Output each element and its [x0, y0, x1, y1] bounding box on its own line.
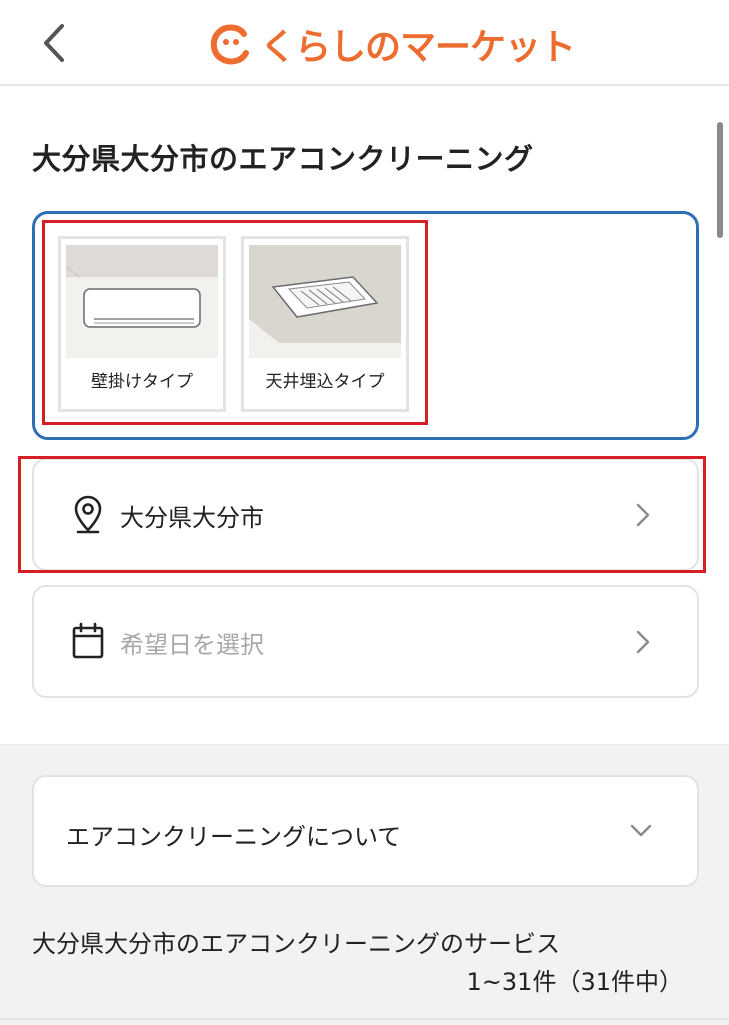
logo-mark-icon [210, 24, 249, 65]
chevron-down-icon [630, 824, 652, 837]
page-title: 大分県大分市のエアコンクリーニング [32, 142, 534, 176]
about-label: エアコンクリーニングについて [66, 823, 402, 851]
back-button[interactable] [34, 18, 78, 68]
app-header: くらしのマーケット [0, 0, 729, 86]
services-count: 1~31件（31件中） [466, 968, 683, 996]
date-selector[interactable]: 希望日を選択 [32, 585, 699, 698]
type-highlight-box [42, 220, 428, 425]
brand-logo[interactable]: くらしのマーケット [206, 14, 576, 74]
services-title: 大分県大分市のエアコンクリーニングのサービス [32, 930, 560, 958]
calendar-icon [72, 622, 104, 659]
about-accordion[interactable]: エアコンクリーニングについて [32, 775, 699, 887]
logo-text: くらしのマーケット [260, 27, 576, 68]
location-highlight-box [18, 456, 706, 573]
chevron-left-icon [44, 24, 64, 62]
chevron-right-icon [636, 630, 650, 654]
scrollbar[interactable] [717, 122, 723, 238]
date-placeholder: 希望日を選択 [120, 631, 264, 659]
divider [0, 1018, 729, 1020]
